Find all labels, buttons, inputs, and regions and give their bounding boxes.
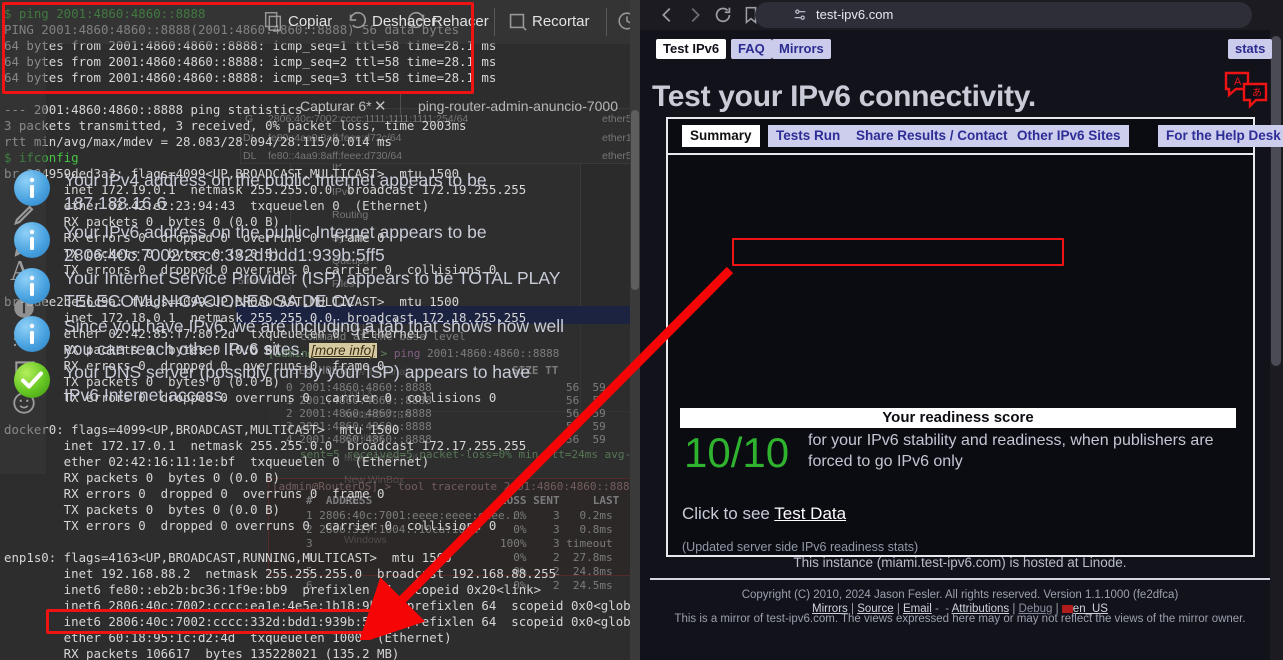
results-panel: Summary Tests Run Share Results / Contac… bbox=[666, 117, 1283, 557]
site-settings-icon[interactable] bbox=[792, 7, 808, 23]
info-icon bbox=[14, 170, 50, 206]
tab-share-results[interactable]: Share Results / Contact bbox=[848, 125, 1016, 147]
terminal-line: RX packets 106617 bytes 135228021 (135.2… bbox=[4, 646, 400, 660]
test-data-link[interactable]: Test Data bbox=[774, 504, 846, 523]
terminal-line: enp1s0: flags=4163<UP,BROADCAST,RUNNING,… bbox=[4, 550, 452, 565]
info-icon bbox=[14, 268, 50, 304]
finding-text-isp: Your Internet Service Provider (ISP) app… bbox=[64, 268, 561, 311]
terminal-line: TX packets 0 bytes 0 (0.0 B) bbox=[4, 502, 281, 517]
back-icon[interactable] bbox=[656, 4, 678, 26]
finding-text-ipv6-tab: Since you have IPv6, we are including a … bbox=[64, 315, 569, 362]
site-stats-button[interactable]: stats bbox=[1228, 39, 1273, 59]
url-text[interactable]: test-ipv6.com bbox=[816, 7, 893, 22]
screenshot-root: Mesh IP IPv6 Routing System Queues Files… bbox=[0, 0, 1283, 660]
tab-tests-run[interactable]: Tests Run bbox=[768, 125, 849, 147]
translate-bubble-icon[interactable]: A あ bbox=[1222, 70, 1270, 110]
readiness-score-title: Your readiness score bbox=[882, 409, 1034, 426]
finding-text-ipv6: Your IPv6 address on the public Internet… bbox=[64, 222, 487, 265]
footer-copyright: Copyright (C) 2010, 2024 Jason Fesler. A… bbox=[741, 589, 1179, 601]
svg-text:あ: あ bbox=[1252, 87, 1262, 99]
page-scrollbar-thumb[interactable] bbox=[1271, 36, 1281, 366]
terminal-line: 3 packets transmitted, 3 received, 0% pa… bbox=[4, 118, 467, 133]
click-to-see-line: Click to see Test Data bbox=[682, 504, 846, 524]
finding-text-dns: Your DNS server (possibly run by your IS… bbox=[64, 362, 531, 405]
info-icon bbox=[14, 222, 50, 258]
finding-text-ipv4: Your IPv4 address on the public Internet… bbox=[64, 170, 487, 213]
site-nav-tab-faq[interactable]: FAQ bbox=[731, 39, 772, 59]
tab-summary[interactable]: Summary bbox=[682, 125, 760, 147]
flag-icon bbox=[1061, 604, 1073, 613]
panel-tabstrip: Summary Tests Run Share Results / Contac… bbox=[668, 119, 1283, 155]
terminal-line: ether 02:42:16:11:1e:bf txqueuelen 0 (Et… bbox=[4, 454, 430, 469]
annotation-box-browser-ipv6 bbox=[732, 238, 1064, 266]
terminal-line: rtt min/avg/max/mdev = 28.083/28.094/28.… bbox=[4, 134, 392, 149]
click-to-see-prefix: Click to see bbox=[682, 504, 775, 523]
page-title: Test your IPv6 connectivity. bbox=[652, 80, 1036, 113]
check-icon bbox=[14, 362, 50, 398]
updated-note: (Updated server side IPv6 readiness stat… bbox=[682, 540, 919, 554]
terminal-line: inet 172.17.0.1 netmask 255.255.0.0 broa… bbox=[4, 438, 527, 453]
more-info-link[interactable]: [more info] bbox=[309, 343, 377, 358]
annotation-box-ping-output bbox=[2, 2, 474, 94]
tab-other-ipv6-sites[interactable]: Other IPv6 Sites bbox=[1009, 125, 1129, 147]
footer-rule bbox=[650, 578, 1270, 580]
terminal-line: RX errors 0 dropped 0 overruns 0 frame 0 bbox=[4, 486, 385, 501]
terminal-line: inet6 fe80::eb2b:bc36:1f9e:bb9 prefixlen… bbox=[4, 582, 542, 597]
svg-text:A: A bbox=[1234, 76, 1242, 88]
annotation-box-ifconfig-ipv6 bbox=[46, 609, 378, 634]
editor-crop-label[interactable]: Recortar bbox=[532, 13, 590, 30]
forward-icon[interactable] bbox=[684, 4, 706, 26]
readiness-score-value: 10/10 bbox=[684, 429, 790, 476]
hosted-by-note: This instance (miami.test-ipv6.com) is h… bbox=[793, 555, 1127, 570]
footer-mirror-note: This is a mirror of test-ipv6.com. The v… bbox=[674, 613, 1246, 625]
site-nav-tab-test-ipv6[interactable]: Test IPv6 bbox=[656, 39, 727, 59]
terminal-scrollbar[interactable] bbox=[630, 0, 640, 660]
readiness-score-band: Your readiness score bbox=[680, 408, 1236, 428]
browser-chrome: test-ipv6.com 3 bbox=[640, 0, 1283, 30]
readiness-score-description: for your IPv6 stability and readiness, w… bbox=[808, 432, 1214, 470]
tab-help-desk[interactable]: For the Help Desk bbox=[1158, 125, 1283, 147]
terminal-line: inet 192.168.88.2 netmask 255.255.255.0 … bbox=[4, 566, 557, 581]
terminal-line: docker0: flags=4099<UP,BROADCAST,MULTICA… bbox=[4, 422, 400, 437]
crop-icon[interactable] bbox=[506, 10, 528, 32]
site-nav-tab-mirrors[interactable]: Mirrors bbox=[772, 39, 831, 59]
panel-tab-rule bbox=[668, 153, 1253, 155]
terminal-scrollbar-thumb[interactable] bbox=[631, 110, 639, 290]
terminal-line: --- 2001:4860:4860::8888 ping statistics… bbox=[4, 102, 333, 117]
terminal-line: TX errors 0 dropped 0 overruns 0 carrier… bbox=[4, 518, 497, 533]
reload-icon[interactable] bbox=[712, 4, 734, 26]
info-icon bbox=[14, 316, 50, 352]
